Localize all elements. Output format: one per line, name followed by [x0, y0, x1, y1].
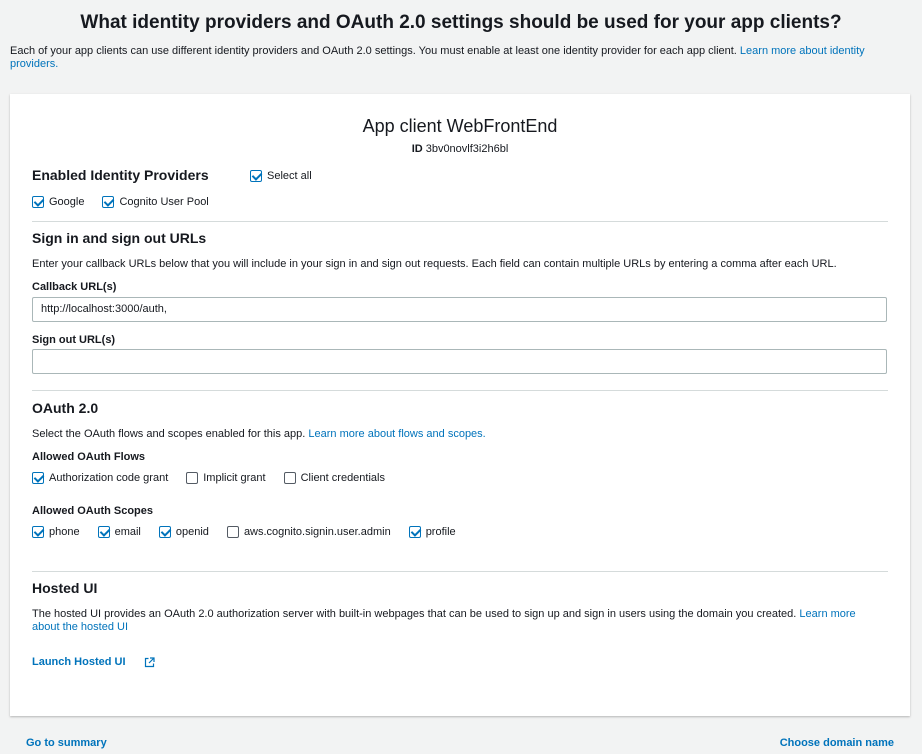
provider-cognito-box[interactable] — [102, 196, 115, 208]
scope-phone-box[interactable] — [32, 526, 44, 538]
scope-profile-label: profile — [425, 526, 456, 538]
select-all-row: Select all — [250, 170, 330, 182]
allowed-scopes-row: phone email openid aws.cognito.signin.us… — [32, 526, 474, 538]
hosted-ui-section-title: Hosted UI — [32, 580, 98, 596]
select-all-checkbox[interactable]: Select all — [250, 170, 312, 182]
callback-urls-input[interactable]: http://localhost:3000/auth, — [32, 297, 887, 322]
oauth-section-title: OAuth 2.0 — [32, 400, 99, 416]
scope-cognito-admin-checkbox[interactable]: aws.cognito.signin.user.admin — [226, 526, 391, 538]
choose-domain-name-link[interactable]: Choose domain name — [780, 737, 894, 749]
intro-description: Each of your app clients can use differe… — [10, 45, 737, 57]
flow-implicit-label: Implicit grant — [203, 472, 266, 484]
identity-providers-title: Enabled Identity Providers — [32, 167, 209, 183]
page-heading: What identity providers and OAuth 2.0 se… — [80, 12, 842, 33]
scope-cognito-admin-label: aws.cognito.signin.user.admin — [243, 526, 391, 538]
allowed-flows-label: Allowed OAuth Flows — [32, 451, 146, 463]
app-client-card: App client WebFrontEnd ID 3bv0novlf3i2h6b… — [10, 94, 910, 716]
provider-cognito-label: Cognito User Pool — [119, 196, 209, 208]
callback-urls-label: Callback URL(s) — [32, 281, 117, 293]
urls-section-title: Sign in and sign out URLs — [32, 230, 207, 246]
provider-google-label: Google — [49, 196, 85, 208]
intro-text: Each of your app clients can use differe… — [10, 45, 900, 71]
select-all-label: Select all — [267, 170, 312, 182]
oauth-description: Select the OAuth flows and scopes enable… — [32, 428, 872, 441]
provider-cognito-checkbox[interactable]: Cognito User Pool — [102, 196, 209, 208]
provider-google-box[interactable] — [32, 196, 44, 208]
flow-authorization-code-label: Authorization code grant — [49, 472, 169, 484]
flow-implicit-checkbox[interactable]: Implicit grant — [186, 472, 266, 484]
app-client-id-value: 3bv0novlf3i2h6bl — [425, 143, 509, 155]
divider — [32, 390, 888, 391]
scope-openid-checkbox[interactable]: openid — [158, 526, 209, 538]
signout-urls-label: Sign out URL(s) — [32, 334, 116, 346]
app-client-title: App client WebFrontEnd — [10, 116, 910, 137]
app-client-id: ID 3bv0novlf3i2h6bl — [10, 143, 910, 155]
allowed-scopes-label: Allowed OAuth Scopes — [32, 505, 154, 517]
select-all-box[interactable] — [250, 170, 262, 182]
app-client-id-label: ID — [411, 143, 423, 155]
launch-hosted-ui-link[interactable]: Launch Hosted UI — [32, 656, 126, 668]
flow-client-credentials-label: Client credentials — [300, 472, 385, 484]
divider — [32, 221, 888, 222]
scope-phone-checkbox[interactable]: phone — [32, 526, 80, 538]
oauth-description-text: Select the OAuth flows and scopes enable… — [32, 428, 306, 440]
scope-cognito-admin-box[interactable] — [226, 526, 239, 538]
flow-authorization-code-checkbox[interactable]: Authorization code grant — [32, 472, 168, 484]
scope-profile-box[interactable] — [408, 526, 421, 538]
launch-hosted-ui-row: Launch Hosted UI — [32, 656, 155, 668]
scope-openid-label: openid — [175, 526, 209, 538]
scope-openid-box[interactable] — [158, 526, 171, 538]
hosted-ui-description: The hosted UI provides an OAuth 2.0 auth… — [32, 608, 872, 634]
identity-providers-row: Google Cognito User Pool — [32, 196, 227, 208]
provider-google-checkbox[interactable]: Google — [32, 196, 84, 208]
scope-profile-checkbox[interactable]: profile — [408, 526, 456, 538]
allowed-flows-row: Authorization code grant Implicit grant … — [32, 472, 403, 484]
flow-authorization-code-box[interactable] — [32, 472, 44, 484]
urls-description: Enter your callback URLs below that you … — [32, 258, 837, 270]
divider — [32, 571, 888, 572]
go-to-summary-link[interactable]: Go to summary — [26, 737, 107, 749]
flow-client-credentials-checkbox[interactable]: Client credentials — [283, 472, 385, 484]
hosted-ui-description-text: The hosted UI provides an OAuth 2.0 auth… — [32, 608, 797, 620]
scope-email-box[interactable] — [97, 526, 110, 538]
scope-phone-label: phone — [49, 526, 80, 538]
app-client-name: WebFrontEnd — [446, 116, 558, 136]
app-client-title-prefix: App client — [362, 116, 442, 136]
flow-client-credentials-box[interactable] — [283, 472, 296, 484]
scope-email-label: email — [114, 526, 141, 538]
learn-more-flows-link[interactable]: Learn more about flows and scopes. — [308, 428, 485, 440]
external-link-icon[interactable] — [144, 656, 155, 668]
scope-email-checkbox[interactable]: email — [97, 526, 141, 538]
signout-urls-input[interactable] — [32, 349, 887, 374]
flow-implicit-box[interactable] — [186, 472, 199, 484]
